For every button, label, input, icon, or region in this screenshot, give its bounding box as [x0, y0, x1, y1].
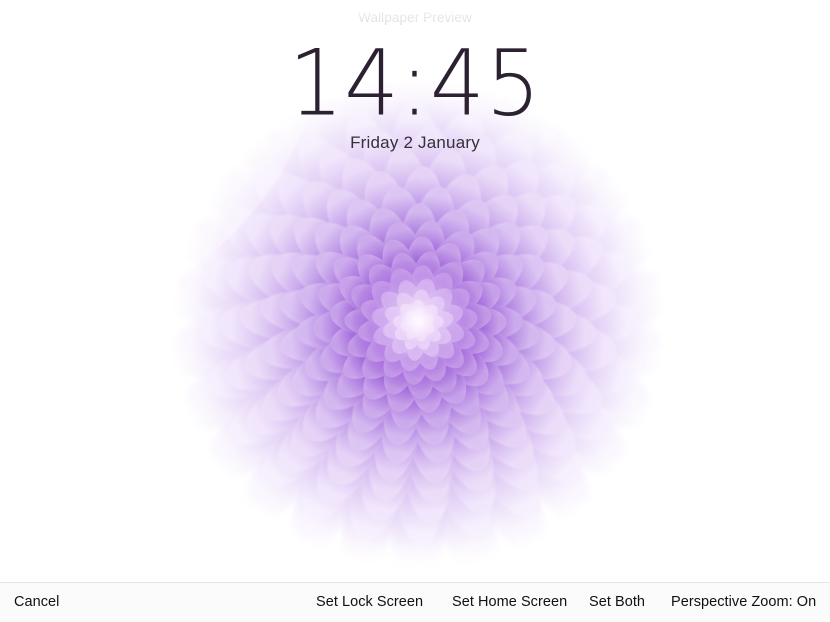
set-lock-screen-button[interactable]: Set Lock Screen	[316, 583, 423, 622]
wallpaper-left-fade	[0, 0, 120, 582]
wallpaper-image[interactable]	[0, 0, 830, 582]
wallpaper-top-fade	[0, 0, 830, 70]
flower-core-highlight	[398, 303, 438, 343]
bottom-toolbar: Cancel Set Lock Screen Set Home Screen S…	[0, 582, 830, 622]
cancel-button[interactable]: Cancel	[14, 583, 59, 622]
set-home-screen-button[interactable]: Set Home Screen	[452, 583, 567, 622]
wallpaper-right-fade	[710, 0, 830, 582]
perspective-zoom-toggle[interactable]: Perspective Zoom: On	[671, 583, 816, 622]
wallpaper-preview-screen: 14:45 Friday 2 January Wallpaper Preview…	[0, 0, 830, 622]
set-both-button[interactable]: Set Both	[589, 583, 645, 622]
